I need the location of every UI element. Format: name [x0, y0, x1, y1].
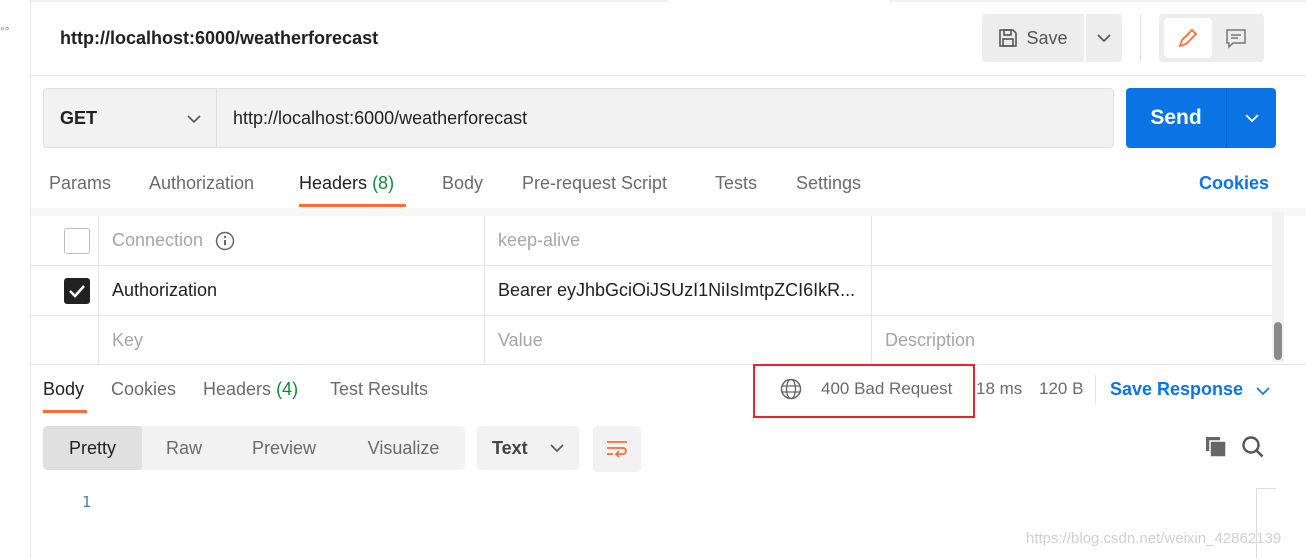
line-number: 1: [82, 493, 92, 511]
watermark: https://blog.csdn.net/weixin_42862139: [1026, 530, 1282, 547]
save-button[interactable]: Save: [982, 14, 1084, 62]
wrap-icon: [607, 441, 627, 458]
table-row: Connection keep-alive: [31, 216, 1272, 266]
method-select[interactable]: GET: [43, 88, 217, 148]
save-icon: [999, 29, 1018, 47]
view-visualize[interactable]: Visualize: [342, 426, 465, 470]
header-value[interactable]: keep-alive: [485, 216, 872, 265]
chevron-down-icon: [187, 115, 201, 123]
tab-pre-request-script[interactable]: Pre-request Script: [522, 173, 667, 194]
header-value[interactable]: Bearer eyJhbGciOiJSUzI1NiIsImtpZCI6IkR..…: [485, 266, 872, 315]
active-tab-indicator: [299, 204, 406, 207]
chevron-down-icon: [1256, 387, 1270, 396]
save-response-button[interactable]: Save Response: [1110, 379, 1270, 400]
wrap-lines-button[interactable]: [593, 426, 641, 472]
header-checkbox-checked[interactable]: [64, 277, 90, 304]
globe-icon: [780, 378, 802, 400]
more-icon[interactable]: °°: [0, 24, 10, 38]
response-tab-cookies[interactable]: Cookies: [111, 379, 176, 400]
view-preview[interactable]: Preview: [226, 426, 342, 470]
copy-icon[interactable]: [1205, 436, 1227, 458]
chevron-down-icon: [1245, 114, 1259, 122]
key-input[interactable]: Key: [99, 316, 485, 364]
header-description[interactable]: [872, 266, 1272, 315]
comments-button[interactable]: [1212, 18, 1260, 58]
format-select[interactable]: Text: [477, 426, 579, 470]
response-time[interactable]: 18 ms: [976, 379, 1022, 399]
request-title: http://localhost:6000/weatherforecast: [60, 28, 379, 48]
chevron-down-icon: [1097, 34, 1111, 42]
header-checkbox[interactable]: [64, 227, 90, 254]
response-tab-body[interactable]: Body: [43, 379, 84, 400]
tab-authorization[interactable]: Authorization: [149, 173, 254, 194]
tab-settings[interactable]: Settings: [796, 173, 861, 194]
response-tab-test-results[interactable]: Test Results: [330, 379, 428, 400]
divider: [1140, 14, 1141, 62]
view-raw[interactable]: Raw: [142, 426, 226, 470]
view-mode-segmented: Pretty Raw Preview Visualize: [43, 426, 465, 470]
chevron-down-icon: [550, 444, 564, 452]
view-toggle: [1159, 14, 1264, 62]
pencil-icon: [1178, 28, 1197, 48]
header-key[interactable]: Authorization: [99, 266, 485, 315]
divider: [31, 75, 1306, 76]
search-icon[interactable]: [1241, 435, 1265, 459]
send-button[interactable]: Send: [1126, 88, 1276, 148]
active-tab-indicator: [43, 410, 87, 413]
value-input[interactable]: Value: [485, 316, 872, 364]
response-size[interactable]: 120 B: [1039, 379, 1083, 399]
description-input[interactable]: Description: [872, 316, 1272, 364]
scrollbar-thumb[interactable]: [1274, 322, 1282, 360]
status-code[interactable]: 400 Bad Request: [821, 379, 952, 399]
tab-headers[interactable]: Headers (8): [299, 173, 394, 194]
cookies-link[interactable]: Cookies: [1199, 173, 1269, 194]
active-tab-marker: [668, 0, 890, 3]
url-input[interactable]: http://localhost:6000/weatherforecast: [216, 88, 1114, 148]
table-row-new: Key Value Description: [31, 316, 1272, 364]
table-row: Authorization Bearer eyJhbGciOiJSUzI1NiI…: [31, 266, 1272, 316]
save-options-button[interactable]: [1086, 14, 1122, 62]
view-pretty[interactable]: Pretty: [43, 426, 142, 470]
scrollbar-track[interactable]: [1272, 212, 1284, 362]
divider: [31, 364, 1306, 365]
left-sidebar: °°: [0, 0, 31, 558]
tab-params[interactable]: Params: [49, 173, 111, 194]
header-description[interactable]: [872, 216, 1272, 265]
response-tab-headers[interactable]: Headers (4): [203, 379, 298, 400]
check-icon: [69, 284, 85, 298]
editor-scrollbar[interactable]: [1256, 488, 1276, 558]
header-key[interactable]: Connection: [112, 230, 203, 251]
tab-tests[interactable]: Tests: [715, 173, 757, 194]
comment-icon: [1225, 29, 1246, 49]
edit-mode-button[interactable]: [1163, 18, 1212, 58]
info-icon: [215, 231, 235, 250]
divider: [31, 208, 1306, 216]
divider: [1095, 375, 1096, 405]
tab-body[interactable]: Body: [442, 173, 483, 194]
